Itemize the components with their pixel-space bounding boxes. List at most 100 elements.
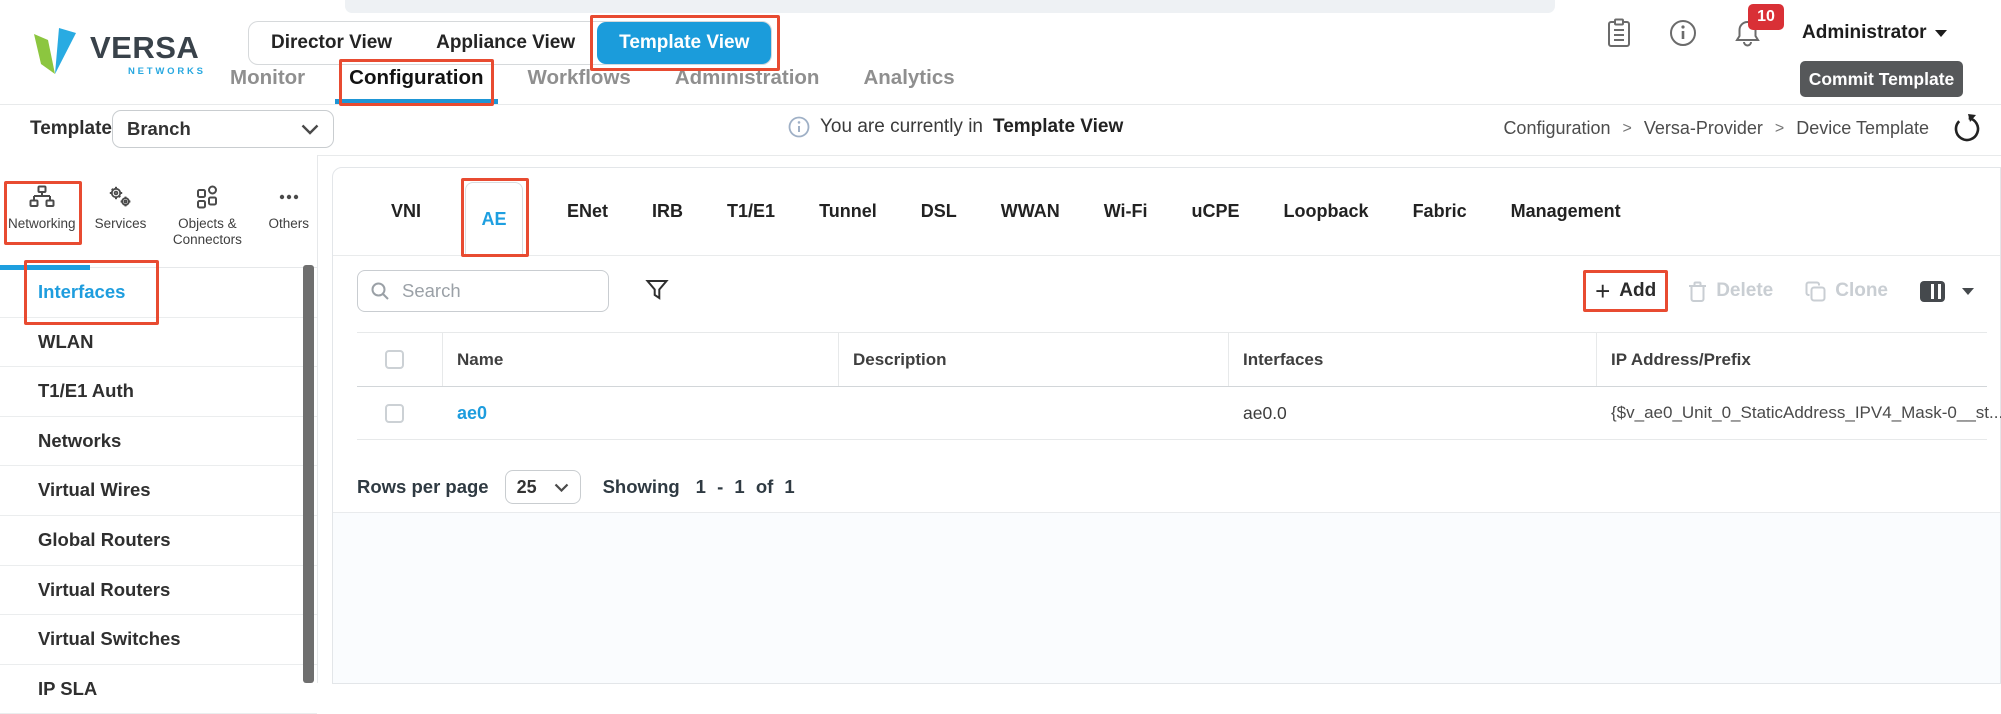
breadcrumb-configuration[interactable]: Configuration xyxy=(1503,118,1610,139)
brand-subtitle: NETWORKS xyxy=(128,66,206,77)
column-header-ip-address-prefix[interactable]: IP Address/Prefix xyxy=(1597,333,1987,386)
director-view-button[interactable]: Director View xyxy=(249,22,414,64)
objects-icon xyxy=(197,185,218,209)
tab-ucpe[interactable]: uCPE xyxy=(1192,201,1240,222)
category-tab-others[interactable]: Others xyxy=(268,155,309,267)
template-bar: Template Branch You are currently in Tem… xyxy=(0,104,2001,156)
tab-irb[interactable]: IRB xyxy=(652,201,683,222)
info-icon[interactable] xyxy=(1668,16,1698,50)
category-tab-networking[interactable]: Networking xyxy=(4,155,82,267)
clone-button[interactable]: Clone xyxy=(1805,280,1888,302)
sidebar-item-wlan[interactable]: WLAN xyxy=(0,318,317,368)
breadcrumb: Configuration > Versa-Provider > Device … xyxy=(1503,118,1929,139)
breadcrumb-device-template[interactable]: Device Template xyxy=(1796,118,1929,139)
table-toolbar: + Add Delete Clone xyxy=(333,256,2000,332)
column-picker-button[interactable] xyxy=(1920,280,1974,302)
header-icons: 10 Administrator xyxy=(1604,4,1947,50)
sidebar-item-networks[interactable]: Networks xyxy=(0,417,317,467)
tab-dsl[interactable]: DSL xyxy=(921,201,957,222)
category-label: Networking xyxy=(8,216,76,231)
tab-tunnel[interactable]: Tunnel xyxy=(819,201,877,222)
tab-management[interactable]: Management xyxy=(1511,201,1621,222)
category-label: Objects & Connectors xyxy=(172,216,242,247)
category-tab-services[interactable]: Services xyxy=(95,155,146,267)
user-menu[interactable]: Administrator xyxy=(1802,22,1947,44)
tab-vni[interactable]: VNI xyxy=(391,201,421,222)
appliance-view-button[interactable]: Appliance View xyxy=(414,22,597,64)
template-select[interactable]: Branch xyxy=(112,110,334,148)
sidebar-item-virtual-switches[interactable]: Virtual Switches xyxy=(0,615,317,665)
notifications-icon[interactable]: 10 xyxy=(1732,4,1784,50)
notification-badge: 10 xyxy=(1748,4,1784,30)
versa-logo-mark xyxy=(34,28,76,74)
select-all-checkbox[interactable] xyxy=(385,350,404,369)
template-view-button[interactable]: Template View xyxy=(590,15,781,71)
tab-t1e1[interactable]: T1/E1 xyxy=(727,201,775,222)
sidebar: Networking Services Objects & Connectors xyxy=(0,155,318,714)
breadcrumb-separator: > xyxy=(1774,119,1785,137)
interface-name-link[interactable]: ae0 xyxy=(457,403,487,424)
breadcrumb-versa-provider[interactable]: Versa-Provider xyxy=(1644,118,1763,139)
sidebar-item-label: Global Routers xyxy=(38,528,171,550)
tab-wwan[interactable]: WWAN xyxy=(1001,201,1060,222)
chevron-down-icon xyxy=(301,124,319,135)
rows-per-page-label: Rows per page xyxy=(357,476,489,497)
nav-workflows[interactable]: Workflows xyxy=(528,66,631,90)
sidebar-item-label: Networks xyxy=(38,429,122,451)
nav-configuration[interactable]: Configuration xyxy=(335,59,498,106)
filter-icon[interactable] xyxy=(645,278,669,303)
table-row: ae0 ae0.0 {$v_ae0_Unit_0_StaticAddress_I… xyxy=(357,387,2001,440)
sidebar-item-label: Virtual Switches xyxy=(38,628,181,650)
row-checkbox[interactable] xyxy=(385,403,404,423)
breadcrumb-separator: > xyxy=(1622,119,1632,137)
columns-icon xyxy=(1920,280,1945,302)
template-view-label: Template View xyxy=(619,32,750,53)
chevron-down-icon xyxy=(1962,287,1974,295)
tab-enet[interactable]: ENet xyxy=(567,201,608,222)
sidebar-item-interfaces[interactable]: Interfaces xyxy=(0,260,317,325)
nav-monitor[interactable]: Monitor xyxy=(230,66,305,90)
tab-fabric[interactable]: Fabric xyxy=(1413,201,1467,222)
user-name: Administrator xyxy=(1802,22,1927,43)
sidebar-item-ip-sla[interactable]: IP SLA xyxy=(0,665,317,714)
sidebar-item-label: IP SLA xyxy=(38,677,98,699)
browser-artifact-strip xyxy=(345,0,1555,13)
sidebar-item-label: Virtual Routers xyxy=(38,578,171,600)
search-input[interactable] xyxy=(400,279,584,303)
gears-icon xyxy=(110,186,131,207)
delete-label: Delete xyxy=(1716,280,1774,301)
column-header-description[interactable]: Description xyxy=(839,333,1229,386)
nav-administration[interactable]: Administration xyxy=(675,66,820,90)
chevron-down-icon xyxy=(554,483,568,492)
tab-loopback[interactable]: Loopback xyxy=(1284,201,1369,222)
interface-type-tabs: VNI AE ENet IRB T1/E1 Tunnel DSL WWAN Wi… xyxy=(333,168,2000,257)
pagination-bar: Rows per page 25 Showing 1 - 1 of 1 xyxy=(357,464,795,510)
sidebar-item-list: Interfaces WLAN T1/E1 Auth Networks Virt… xyxy=(0,260,317,714)
sidebar-item-t1e1-auth[interactable]: T1/E1 Auth xyxy=(0,367,317,417)
commit-template-button[interactable]: Commit Template xyxy=(1800,61,1963,97)
sidebar-item-virtual-routers[interactable]: Virtual Routers xyxy=(0,566,317,616)
refresh-icon[interactable] xyxy=(1951,113,1981,145)
table-header-row: Name Description Interfaces IP Address/P… xyxy=(357,332,1987,387)
template-select-value: Branch xyxy=(127,118,191,139)
ip-address-prefix-cell: {$v_ae0_Unit_0_StaticAddress_IPV4_Mask-0… xyxy=(1611,403,2001,422)
banner-text: You are currently in xyxy=(820,116,984,137)
add-button[interactable]: + Add xyxy=(1583,270,1669,312)
clone-label: Clone xyxy=(1835,280,1888,301)
delete-button[interactable]: Delete xyxy=(1688,280,1773,302)
category-tab-objects-connectors[interactable]: Objects & Connectors xyxy=(165,155,249,267)
tab-wifi[interactable]: Wi-Fi xyxy=(1104,201,1148,222)
sidebar-item-virtual-wires[interactable]: Virtual Wires xyxy=(0,466,317,516)
tasks-icon[interactable] xyxy=(1604,16,1634,50)
search-icon xyxy=(371,282,389,300)
sidebar-scrollbar[interactable] xyxy=(303,265,314,683)
main-nav: Monitor Configuration Workflows Administ… xyxy=(230,59,955,106)
sidebar-item-label: Interfaces xyxy=(24,260,160,325)
tab-ae[interactable]: AE xyxy=(461,178,530,257)
nav-analytics[interactable]: Analytics xyxy=(863,66,954,90)
column-header-interfaces[interactable]: Interfaces xyxy=(1229,333,1597,386)
rows-per-page-select[interactable]: 25 xyxy=(504,470,581,504)
sidebar-item-global-routers[interactable]: Global Routers xyxy=(0,516,317,566)
table-actions: + Add Delete Clone xyxy=(1583,270,1974,312)
column-header-name[interactable]: Name xyxy=(443,333,839,386)
